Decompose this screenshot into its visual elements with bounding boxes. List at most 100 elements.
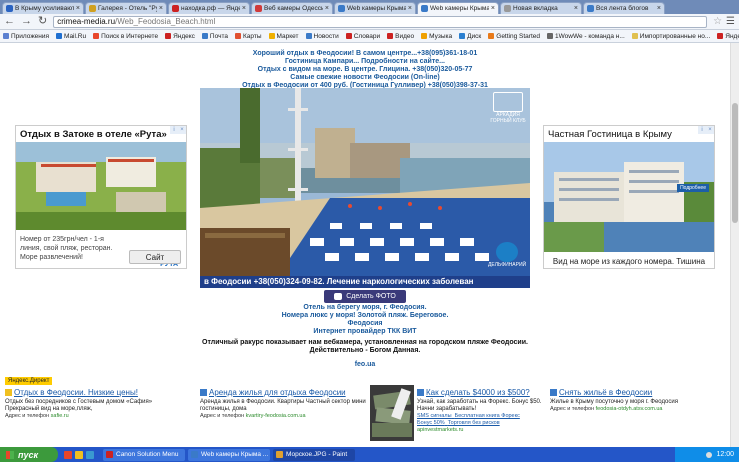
caption-link[interactable]: Номера люкс у моря! Золотой пляж. Берего… bbox=[200, 312, 530, 320]
browser-tab[interactable]: Вся лента блогов × bbox=[583, 2, 665, 14]
scrollbar-thumb[interactable] bbox=[732, 103, 738, 223]
tab-close-icon[interactable]: × bbox=[491, 5, 495, 12]
quick-launch-explorer-icon[interactable] bbox=[75, 450, 83, 459]
taskbar-task[interactable]: Web камеры Крыма ... bbox=[188, 448, 270, 461]
tray-volume-icon[interactable] bbox=[706, 451, 713, 458]
bookmark-item[interactable]: 1WowWe - команда н... bbox=[547, 33, 625, 40]
tab-close-icon[interactable]: × bbox=[242, 5, 246, 12]
ad-close-icon[interactable]: × bbox=[178, 126, 186, 134]
ad-ruta-hotel[interactable]: i × Отдых в Затоке в отеле «Рута» Номер о… bbox=[15, 125, 187, 269]
bookmark-item[interactable]: Яндекс bbox=[165, 33, 195, 40]
ad-left-title[interactable]: Отдых в Затоке в отеле «Рута» bbox=[16, 126, 186, 142]
ad-choices-right[interactable]: i × bbox=[698, 126, 714, 134]
feo-ua-link[interactable]: feo.ua bbox=[200, 361, 530, 368]
url-field[interactable]: crimea-media.ru/Web_Feodosia_Beach.html bbox=[53, 15, 708, 28]
page-scrollbar[interactable] bbox=[730, 43, 739, 447]
taskbar-task[interactable]: Морское.JPG - Paint bbox=[273, 448, 355, 461]
dolphinarium-logo: ДЕЛЬФИНАРИЙ bbox=[488, 242, 526, 272]
bookmark-star-icon[interactable]: ☆ bbox=[713, 16, 722, 27]
direct-ad-4-link[interactable]: Адрес и телефон feodosia-otdyh.atsv.com.… bbox=[550, 406, 730, 413]
yandex-direct-label[interactable]: Яндекс.Директ bbox=[5, 377, 53, 385]
direct-ad-3-sublinks-1[interactable]: SMS сигналы Бесплатная книга Форекс bbox=[417, 413, 542, 420]
direct-ad-1-title[interactable]: Отдых в Феодосии. Низкие цены! bbox=[5, 388, 185, 398]
tab-close-icon[interactable]: × bbox=[159, 5, 163, 12]
bookmark-item[interactable]: Маркет bbox=[268, 33, 299, 40]
start-button[interactable]: пуск bbox=[0, 447, 58, 462]
browser-tab[interactable]: Галерея - Отель "Рута"× bbox=[85, 2, 167, 14]
ad-info-icon[interactable]: i bbox=[170, 126, 178, 134]
browser-tab[interactable]: Новая вкладка × bbox=[500, 2, 582, 14]
ad-info-icon-right[interactable]: i bbox=[698, 126, 706, 134]
bookmark-item[interactable]: Диск bbox=[459, 33, 481, 40]
ad-choices[interactable]: i × bbox=[170, 126, 186, 134]
browser-tab[interactable]: Веб камеры Одессы × bbox=[251, 2, 333, 14]
headline-link[interactable]: Самые свежие новости Феодосии (On-line) bbox=[200, 74, 530, 82]
caption-link[interactable]: Феодосия bbox=[200, 320, 530, 328]
taskbar-task[interactable]: Canon Solution Menu bbox=[103, 448, 185, 461]
bookmark-item[interactable]: Mail.Ru bbox=[56, 33, 86, 40]
browser-tab[interactable]: находка.рф — Яндекс× bbox=[168, 2, 250, 14]
yandex-direct-ads: Отдых в Феодосии. Низкие цены! Отдых без… bbox=[5, 385, 725, 443]
tab-close-icon[interactable]: × bbox=[76, 5, 80, 12]
direct-ad-2-title[interactable]: Аренда жилья для отдыха Феодосии bbox=[200, 388, 380, 398]
bookmark-item[interactable]: Почта bbox=[201, 33, 228, 40]
quick-launch-media-icon[interactable] bbox=[86, 450, 94, 459]
bookmark-item[interactable]: Импортированные но... bbox=[631, 33, 710, 40]
tab-close-icon[interactable]: × bbox=[657, 5, 661, 12]
ad-site-button[interactable]: Сайт bbox=[129, 250, 181, 264]
quick-launch-browser-icon[interactable] bbox=[64, 450, 72, 459]
bookmark-item[interactable]: Getting Started bbox=[488, 33, 540, 40]
ad-close-icon-right[interactable]: × bbox=[706, 126, 714, 134]
quick-launch bbox=[64, 450, 97, 459]
webcam-ticker: в Феодосии +38(050)324-09-82. Лечение на… bbox=[200, 276, 530, 288]
bookmark-item[interactable]: Музыка bbox=[421, 33, 452, 40]
direct-ad-1-link[interactable]: Адрес и телефон safie.ru bbox=[5, 413, 185, 420]
forward-arrow-icon[interactable]: → bbox=[21, 16, 32, 27]
system-tray: 12:00 bbox=[675, 447, 739, 462]
bookmark-item[interactable]: Словари bbox=[345, 33, 380, 40]
tab-close-icon[interactable]: × bbox=[408, 5, 412, 12]
browser-tab[interactable]: Web камеры Крыма × bbox=[417, 2, 499, 14]
ad-left-body: Номер от 235грн/чел - 1-я линия, свой пл… bbox=[20, 236, 113, 261]
direct-ad-2[interactable]: Аренда жилья для отдыха Феодосии Аренда … bbox=[200, 388, 380, 420]
ad-right-more-tag[interactable]: Подробнее bbox=[677, 184, 709, 192]
bookmark-item[interactable]: Новости bbox=[305, 33, 339, 40]
headline-link[interactable]: Гостиница Кампари... Подробности на сайт… bbox=[200, 58, 530, 66]
ad-right-caption[interactable]: Вид на море из каждого номера. Тишина bbox=[544, 254, 714, 268]
direct-ad-3-text: Узнай, как заработать на Форекс. Бонус $… bbox=[417, 399, 542, 412]
direct-ad-3-link[interactable]: apinvestmarkets.ru bbox=[417, 427, 542, 434]
url-path: /Web_Feodosia_Beach.html bbox=[115, 17, 216, 26]
headline-link[interactable]: Отдых с видом на море. В центре. Глицина… bbox=[200, 66, 530, 74]
ad-right-title[interactable]: Частная Гостиница в Крыму bbox=[544, 126, 714, 142]
ad-crimea-hotel[interactable]: i × Частная Гостиница в Крыму Подробнее В… bbox=[543, 125, 715, 269]
bookmark-item[interactable]: Яндекс bbox=[717, 33, 739, 40]
bookmark-icon bbox=[345, 33, 352, 39]
back-arrow-icon[interactable]: ← bbox=[4, 16, 15, 27]
direct-ad-2-link[interactable]: Адрес и телефон kvartiry-feodosia.com.ua bbox=[200, 413, 380, 420]
taskbar-tasks: Canon Solution Menu Web камеры Крыма ... М… bbox=[103, 448, 358, 461]
tab-close-icon[interactable]: × bbox=[574, 5, 578, 12]
headline-link[interactable]: Хороший отдых в Феодосии! В самом центре… bbox=[200, 50, 530, 58]
caption-link[interactable]: Интернет провайдер ТКК ВИТ bbox=[200, 328, 530, 336]
direct-ad-4-title[interactable]: Снять жильё в Феодосии bbox=[550, 388, 730, 398]
reload-icon[interactable]: ↻ bbox=[38, 16, 47, 27]
direct-ad-1[interactable]: Отдых в Феодосии. Низкие цены! Отдых без… bbox=[5, 388, 185, 420]
bookmark-item[interactable]: Карты bbox=[234, 33, 262, 40]
direct-ad-1-icon bbox=[5, 389, 12, 396]
bookmark-item[interactable]: Приложения bbox=[3, 33, 49, 40]
caption-link[interactable]: Отель на берегу моря, г. Феодосия. bbox=[200, 304, 530, 312]
bookmark-icon bbox=[631, 33, 638, 39]
browser-tab[interactable]: Web камеры Крыма × bbox=[334, 2, 416, 14]
direct-ad-3[interactable]: Как сделать $4000 из $500? Узнай, как за… bbox=[417, 388, 542, 434]
menu-icon[interactable]: ☰ bbox=[726, 16, 735, 27]
tab-favicon-icon bbox=[255, 5, 262, 12]
bookmark-item[interactable]: Поиск в Интернете bbox=[93, 33, 158, 40]
direct-ad-3-sublinks-2[interactable]: Бонус 50% Торговля без рисков bbox=[417, 420, 542, 427]
take-photo-button[interactable]: Сделать ФОТО bbox=[324, 290, 406, 303]
task-app-icon bbox=[106, 451, 113, 458]
bookmark-item[interactable]: Видео bbox=[387, 33, 414, 40]
browser-tab[interactable]: В Крыму усиливаются× bbox=[2, 2, 84, 14]
tab-close-icon[interactable]: × bbox=[325, 5, 329, 12]
direct-ad-3-title[interactable]: Как сделать $4000 из $500? bbox=[417, 388, 542, 398]
direct-ad-4[interactable]: Снять жильё в Феодосии Жилье в Крыму пос… bbox=[550, 388, 730, 413]
